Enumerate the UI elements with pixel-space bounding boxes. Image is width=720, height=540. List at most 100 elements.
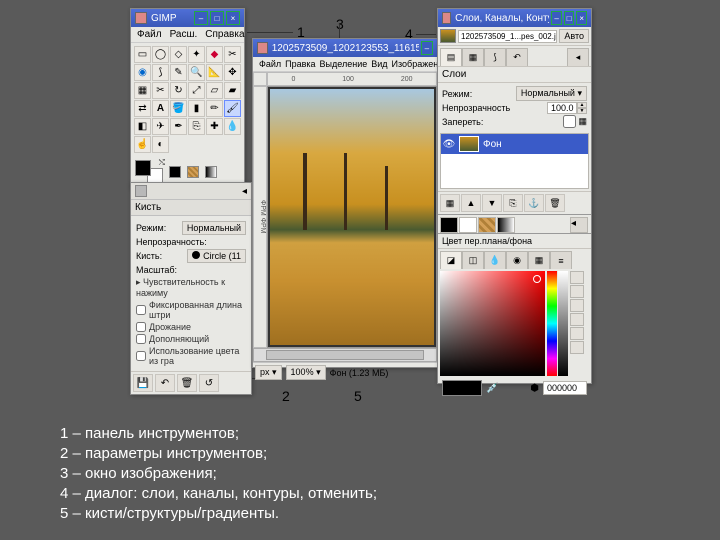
color-btn-2[interactable] [570, 285, 584, 298]
duplicate-layer-button[interactable]: ⎘ [503, 194, 523, 212]
layers-close[interactable]: × [576, 11, 587, 25]
ruler-corner[interactable] [253, 72, 267, 86]
color-btn-6[interactable] [570, 341, 584, 354]
opacity-value[interactable]: 100.0 [547, 102, 577, 114]
tab-paths[interactable]: ⟆ [484, 48, 506, 66]
layer-list[interactable]: 👁 Фон [440, 133, 589, 189]
tool-eraser[interactable]: ◧ [134, 118, 151, 135]
tool-measure[interactable]: 📐 [206, 64, 223, 81]
tool-ellipse-select[interactable]: ◯ [152, 46, 169, 63]
tool-move[interactable]: ✥ [224, 64, 241, 81]
menu-file[interactable]: Файл [137, 29, 162, 40]
color-btn-3[interactable] [570, 299, 584, 312]
tool-picker[interactable]: ✎ [170, 64, 187, 81]
layer-name[interactable]: Фон [483, 139, 502, 150]
incremental-checkbox[interactable] [136, 334, 146, 344]
layers-titlebar[interactable]: Слои, Каналы, Контуры, О... – □ × [438, 9, 591, 27]
tab-undo[interactable]: ↶ [506, 48, 528, 66]
tool-foreground[interactable]: ◉ [134, 64, 151, 81]
lock-pixels-check[interactable] [563, 115, 576, 128]
fixed-length-checkbox[interactable] [136, 305, 146, 315]
image-titlebar[interactable]: 1202573509_1202123553_1161592... – [253, 39, 437, 57]
color-tab-wheel[interactable]: ◉ [506, 251, 528, 269]
tab-layers[interactable]: ▤ [440, 48, 462, 66]
img-menu-edit[interactable]: Правка [285, 59, 315, 69]
image-thumb-icon[interactable] [440, 29, 456, 43]
restore-options-button[interactable]: ↶ [155, 374, 175, 392]
mode-select[interactable]: Нормальный [182, 221, 246, 235]
image-minimize[interactable]: – [421, 41, 433, 55]
tool-rotate[interactable]: ↻ [170, 82, 187, 99]
color-tab-scales[interactable]: ≡ [550, 251, 572, 269]
tool-dodge[interactable]: ◐ [152, 136, 169, 153]
bp-tab-menu[interactable]: ◂ [570, 217, 588, 233]
hex-field[interactable]: 000000 [543, 381, 587, 395]
img-menu-image[interactable]: Изображени [392, 59, 444, 69]
tool-scale[interactable]: ⤢ [188, 82, 205, 99]
tool-scissors[interactable]: ✂ [224, 46, 241, 63]
ruler-vertical[interactable]: ФРМ ФРМ [253, 86, 267, 348]
layers-minimize[interactable]: – [551, 11, 562, 25]
hue-strip[interactable] [547, 271, 557, 376]
tool-blur[interactable]: 💧 [224, 118, 241, 135]
jitter-check[interactable]: Дрожание [136, 322, 246, 332]
raise-layer-button[interactable]: ▲ [461, 194, 481, 212]
mini-brush-icon[interactable] [169, 166, 181, 178]
tool-free-select[interactable]: ◇ [170, 46, 187, 63]
fg-bg-swatch[interactable]: ⤭ [135, 160, 163, 184]
tool-crop[interactable]: ✂ [152, 82, 169, 99]
tab-menu-button[interactable]: ◂ [567, 48, 589, 66]
tool-airbrush[interactable]: ✈ [152, 118, 169, 135]
tool-bucket[interactable]: 🪣 [170, 100, 187, 117]
tool-heal[interactable]: ✚ [206, 118, 223, 135]
canvas[interactable] [267, 86, 437, 348]
delete-layer-button[interactable]: 🗑 [545, 194, 565, 212]
current-color-swatch[interactable] [442, 380, 482, 396]
tool-smudge[interactable]: ☝ [134, 136, 151, 153]
swap-colors-icon[interactable]: ⤭ [159, 158, 165, 168]
fg-color[interactable] [135, 160, 151, 176]
layer-mode-select[interactable]: Нормальный ▾ [516, 86, 587, 101]
anchor-layer-button[interactable]: ⚓ [524, 194, 544, 212]
toolbox-titlebar[interactable]: GIMP – □ × [131, 9, 244, 27]
pressure-expander[interactable]: ▸ Чувствительность к нажиму [136, 277, 246, 298]
tool-pencil[interactable]: ✏ [206, 100, 223, 117]
color-tab-palette[interactable]: ▦ [528, 251, 550, 269]
brush-select[interactable]: Circle (11 [187, 249, 246, 263]
color-tab-gimp[interactable]: ◪ [440, 251, 462, 269]
layer-thumb[interactable] [459, 136, 479, 152]
tool-perspective[interactable]: ▰ [224, 82, 241, 99]
color-tab-water[interactable]: 💧 [484, 251, 506, 269]
use-color-checkbox[interactable] [136, 351, 146, 361]
lower-layer-button[interactable]: ▼ [482, 194, 502, 212]
auto-button[interactable]: Авто [559, 29, 589, 43]
use-color-check[interactable]: Использование цвета из гра [136, 346, 246, 366]
tab-menu-icon[interactable]: ◂ [242, 186, 247, 197]
ruler-horizontal[interactable]: 0100200 [267, 72, 437, 86]
color-field[interactable] [440, 271, 545, 376]
tab-channels[interactable]: ▦ [462, 48, 484, 66]
fixed-length-check[interactable]: Фиксированная длина штри [136, 300, 246, 320]
tool-blend[interactable]: ▮ [188, 100, 205, 117]
brush-tab-icon[interactable] [135, 185, 147, 197]
maximize-button[interactable]: □ [210, 11, 224, 25]
tool-paths[interactable]: ⟆ [152, 64, 169, 81]
unit-select[interactable]: px ▾ [255, 365, 282, 380]
scrollbar-horizontal[interactable] [253, 348, 437, 362]
tool-flip[interactable]: ⇄ [134, 100, 151, 117]
minimize-button[interactable]: – [194, 11, 208, 25]
tool-ink[interactable]: ✒ [170, 118, 187, 135]
zoom-select[interactable]: 100% ▾ [286, 365, 326, 380]
layers-maximize[interactable]: □ [564, 11, 575, 25]
opacity-down[interactable]: ▼ [577, 108, 587, 114]
color-btn-5[interactable] [570, 327, 584, 340]
color-btn-4[interactable] [570, 313, 584, 326]
jitter-checkbox[interactable] [136, 322, 146, 332]
color-btn-1[interactable] [570, 271, 584, 284]
value-strip[interactable] [558, 271, 568, 376]
visibility-eye-icon[interactable]: 👁 [443, 138, 455, 150]
tab-patterns[interactable] [478, 217, 496, 233]
tab-gradients[interactable] [497, 217, 515, 233]
save-options-button[interactable]: 💾 [133, 374, 153, 392]
tab-brushes[interactable] [459, 217, 477, 233]
